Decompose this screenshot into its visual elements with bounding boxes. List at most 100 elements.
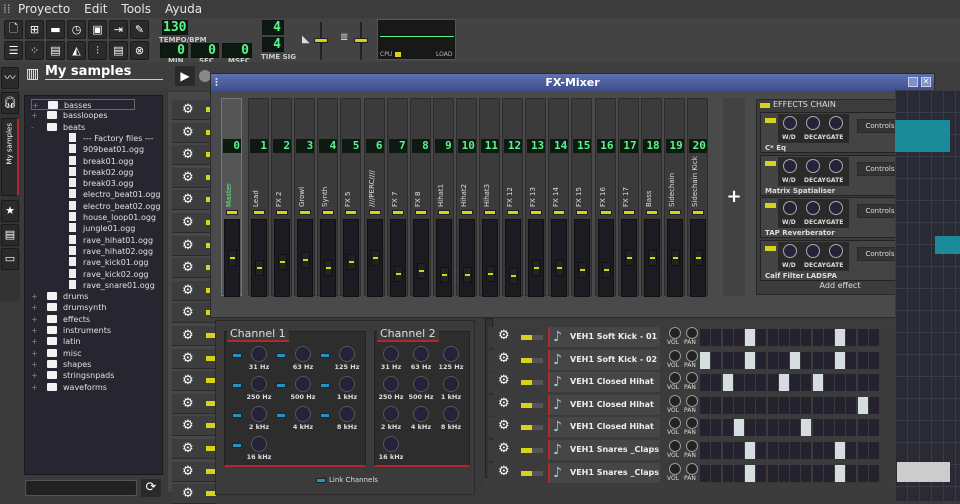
mixer-channel[interactable]: 13 FX 13 (525, 98, 547, 297)
step-button[interactable] (812, 329, 823, 346)
step-button[interactable] (733, 351, 744, 369)
step-button[interactable] (722, 396, 733, 414)
browser-item[interactable]: + basses (31, 99, 135, 110)
browser-item[interactable]: + latin (31, 336, 81, 347)
mixer-channel[interactable]: 5 FX 5 (340, 98, 362, 297)
mixer-channel[interactable]: 8 FX 8 (409, 98, 431, 297)
step-button[interactable] (801, 351, 812, 369)
wet-dry-knob[interactable] (783, 243, 797, 258)
step-button[interactable] (857, 396, 868, 414)
pan-knob[interactable] (686, 417, 698, 430)
step-button[interactable] (745, 419, 755, 437)
step-button[interactable] (812, 419, 823, 437)
channel-mute-led[interactable] (691, 210, 704, 215)
add-channel-button[interactable]: + (723, 98, 745, 296)
fader-handle[interactable] (301, 252, 311, 269)
step-button[interactable] (767, 374, 778, 392)
channel-mute-led[interactable] (668, 210, 681, 215)
browser-item[interactable]: + effects (31, 314, 90, 325)
fader-handle[interactable] (601, 262, 611, 278)
track-settings-icon[interactable]: ⚙ (498, 373, 510, 388)
gate-knob[interactable] (829, 158, 843, 173)
menu-edit[interactable]: Edit (84, 2, 107, 16)
band-toggle[interactable] (320, 413, 330, 418)
track-mute-toggle[interactable] (521, 402, 543, 408)
song-track[interactable]: ⚙ (172, 348, 216, 369)
mixer-channel[interactable]: 1 Lead (248, 98, 269, 297)
browser-item[interactable]: electro_beat02.ogg (69, 200, 160, 212)
band-toggle[interactable] (276, 353, 286, 358)
step-button[interactable] (801, 419, 812, 437)
master-volume-slider[interactable] (314, 22, 328, 60)
step-button[interactable] (790, 464, 800, 482)
volume-knob[interactable] (669, 394, 681, 407)
browser-item[interactable]: + waveforms (31, 382, 107, 393)
volume-fader[interactable] (482, 219, 498, 297)
browser-item[interactable]: + drums (31, 291, 88, 302)
pan-knob[interactable] (686, 394, 698, 407)
automation-editor-icon[interactable]: ◭ (67, 41, 86, 60)
decay-knob[interactable] (806, 243, 820, 258)
fader-handle[interactable] (393, 266, 403, 283)
expander-icon[interactable]: + (31, 291, 47, 302)
mixer-channel[interactable]: 0 Master (221, 98, 242, 297)
step-button[interactable] (722, 442, 733, 459)
gate-knob[interactable] (829, 201, 843, 215)
export-icon[interactable]: ⇥ (109, 20, 128, 39)
master-pitch-slider[interactable] (354, 22, 368, 60)
step-button[interactable] (745, 374, 755, 392)
volume-fader[interactable] (435, 219, 452, 297)
band-gain-knob[interactable] (413, 406, 429, 422)
step-button[interactable] (700, 329, 710, 346)
effect-toggle[interactable] (765, 160, 776, 166)
step-button[interactable] (823, 419, 834, 437)
expander-icon[interactable]: + (31, 348, 47, 359)
step-button[interactable] (711, 442, 722, 459)
pattern-clip[interactable] (895, 120, 950, 152)
step-button[interactable] (857, 464, 868, 482)
step-button[interactable] (823, 329, 834, 346)
song-track[interactable]: ⚙ (172, 371, 216, 392)
step-button[interactable] (711, 351, 722, 369)
step-button[interactable] (868, 351, 879, 369)
band-gain-knob[interactable] (443, 346, 459, 362)
step-button[interactable] (790, 329, 800, 346)
channel-mute-led[interactable] (391, 210, 404, 215)
step-button[interactable] (711, 396, 722, 414)
expander-icon[interactable]: + (31, 110, 47, 121)
step-button[interactable] (812, 351, 823, 369)
step-button[interactable] (722, 351, 733, 369)
step-button[interactable] (767, 396, 778, 414)
band-gain-knob[interactable] (443, 376, 459, 392)
volume-knob[interactable] (669, 440, 681, 452)
track-settings-icon[interactable]: ⚙ (498, 351, 510, 366)
mixer-channel[interactable]: 14 FX 14 (548, 98, 570, 297)
effect-toggle[interactable] (765, 118, 776, 123)
step-button[interactable] (756, 329, 767, 346)
computer-icon[interactable]: ▭ (1, 248, 19, 270)
pan-knob[interactable] (686, 327, 698, 339)
channel-mute-led[interactable] (599, 210, 612, 215)
volume-fader[interactable] (389, 219, 406, 297)
decay-knob[interactable] (806, 158, 820, 173)
step-button[interactable] (733, 396, 744, 414)
instrument-button[interactable]: VEH1 Closed Hihat (548, 372, 660, 393)
step-button[interactable] (857, 351, 868, 369)
instrument-button[interactable]: VEH1 Snares _Claps (548, 440, 660, 460)
step-button[interactable] (823, 374, 834, 392)
step-button[interactable] (767, 329, 778, 346)
step-button[interactable] (711, 374, 722, 392)
track-settings-icon[interactable]: ⚙ (498, 396, 510, 411)
mixer-channel[interactable]: 3 Growl (294, 98, 316, 297)
browser-item[interactable]: --- Factory files --- (69, 132, 154, 144)
fader-handle[interactable] (486, 266, 495, 283)
band-toggle[interactable] (232, 383, 242, 388)
track-settings-icon[interactable]: ⚙ (498, 464, 510, 479)
pan-knob[interactable] (686, 440, 698, 452)
tab-my-samples[interactable]: My samples (1, 118, 19, 196)
step-button[interactable] (778, 396, 789, 414)
band-toggle[interactable] (276, 383, 286, 388)
step-button[interactable] (812, 442, 823, 459)
pan-knob[interactable] (686, 349, 698, 362)
band-gain-knob[interactable] (339, 406, 355, 422)
